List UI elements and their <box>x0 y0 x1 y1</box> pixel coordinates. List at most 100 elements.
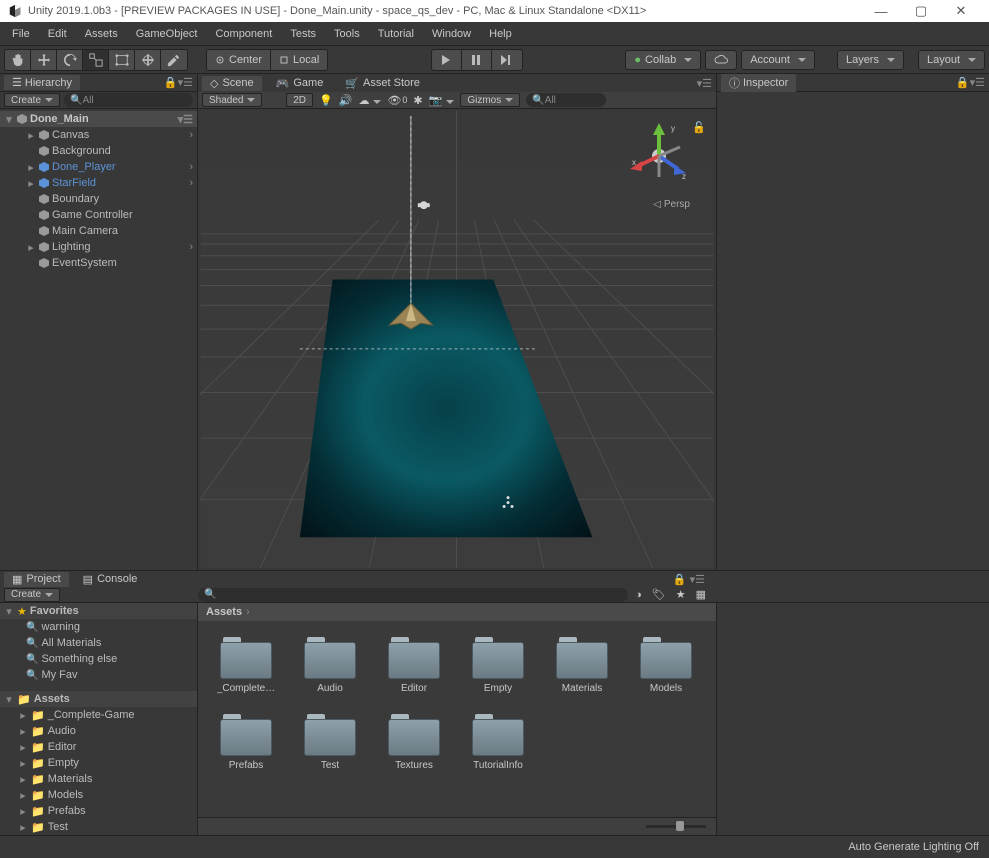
close-button[interactable]: ✕ <box>941 3 981 19</box>
layers-dropdown[interactable]: Layers <box>837 50 904 70</box>
account-dropdown[interactable]: Account <box>741 50 815 70</box>
pivot-center[interactable]: Center <box>207 50 271 70</box>
folder-item[interactable]: Audio <box>298 637 362 694</box>
disclose-icon[interactable]: ▸ <box>18 821 28 834</box>
menu-help[interactable]: Help <box>481 26 520 42</box>
custom-tool[interactable] <box>161 50 187 70</box>
pivot-local[interactable]: Local <box>271 50 327 70</box>
tab-asset-store[interactable]: 🛒Asset Store <box>337 76 428 91</box>
menu-assets[interactable]: Assets <box>77 26 126 42</box>
hierarchy-item[interactable]: Boundary <box>0 191 197 207</box>
hierarchy-tab[interactable]: ☰ Hierarchy <box>4 75 80 90</box>
hierarchy-item[interactable]: Background <box>0 143 197 159</box>
menu-edit[interactable]: Edit <box>40 26 75 42</box>
inspector-menu-icon[interactable]: ▾☰ <box>970 76 985 89</box>
tab-game[interactable]: 🎮Game <box>268 76 332 91</box>
hierarchy-item[interactable]: ▸Done_Player› <box>0 159 197 175</box>
hierarchy-item[interactable]: ▸StarField› <box>0 175 197 191</box>
hierarchy-item[interactable]: ▸Canvas› <box>0 127 197 143</box>
bottom-lock-icon[interactable]: 🔒 ▾☰ <box>673 573 985 586</box>
open-prefab-icon[interactable]: › <box>189 129 197 141</box>
folder-item[interactable]: Materials <box>550 637 614 694</box>
rotate-tool[interactable] <box>57 50 83 70</box>
folder-item[interactable]: Prefabs <box>214 714 278 771</box>
inspector-tab[interactable]: ⓘ Inspector <box>721 74 796 92</box>
maximize-button[interactable]: ▢ <box>901 3 941 19</box>
disclose-icon[interactable]: ▾ <box>4 113 14 126</box>
asset-tree-item[interactable]: ▸📁Materials <box>0 771 197 787</box>
visibility-toggle[interactable]: 👁0 <box>387 94 407 107</box>
panel-menu-icon[interactable]: ▾☰ <box>178 76 193 89</box>
project-create-button[interactable]: Create <box>4 588 60 602</box>
asset-tree-item[interactable]: ▸📁Editor <box>0 739 197 755</box>
transform-tool[interactable] <box>135 50 161 70</box>
asset-tree-item[interactable]: ▸📁_Complete-Game <box>0 707 197 723</box>
folder-item[interactable]: TutorialInfo <box>466 714 530 771</box>
disclose-icon[interactable]: ▸ <box>26 129 36 142</box>
projection-label[interactable]: ◁Persp <box>653 199 690 210</box>
icon-size-slider[interactable] <box>646 825 706 828</box>
fx-toggle[interactable]: ☁ <box>358 94 381 107</box>
folder-item[interactable]: _Complete… <box>214 637 278 694</box>
mode-2d-toggle[interactable]: 2D <box>286 93 313 107</box>
folder-item[interactable]: Textures <box>382 714 446 771</box>
open-prefab-icon[interactable]: › <box>189 241 197 253</box>
menu-window[interactable]: Window <box>424 26 479 42</box>
asset-tree-item[interactable]: ▸📁Empty <box>0 755 197 771</box>
disclose-icon[interactable]: ▸ <box>18 773 28 786</box>
rect-tool[interactable] <box>109 50 135 70</box>
menu-tutorial[interactable]: Tutorial <box>370 26 422 42</box>
scene-panel-menu-icon[interactable]: ▾☰ <box>697 77 712 90</box>
draw-mode-dropdown[interactable]: Shaded <box>202 93 262 107</box>
slider-thumb[interactable] <box>676 821 684 831</box>
disclose-icon[interactable]: ▸ <box>26 177 36 190</box>
lighting-toggle[interactable]: 💡 <box>319 94 333 107</box>
folder-item[interactable]: Empty <box>466 637 530 694</box>
hand-tool[interactable] <box>5 50 31 70</box>
menu-gameobject[interactable]: GameObject <box>128 26 206 42</box>
hierarchy-create-button[interactable]: Create <box>4 93 60 107</box>
minimize-button[interactable]: — <box>861 4 901 19</box>
panel-lock-icon[interactable]: 🔒 <box>164 76 178 89</box>
project-tree-panel[interactable]: ▾★Favorites 🔍warning🔍All Materials🔍Somet… <box>0 603 198 835</box>
disclose-icon[interactable]: ▸ <box>18 757 28 770</box>
disclose-icon[interactable]: ▸ <box>18 789 28 802</box>
menu-tools[interactable]: Tools <box>326 26 368 42</box>
assets-header[interactable]: ▾📁Assets <box>0 691 197 707</box>
menu-tests[interactable]: Tests <box>282 26 324 42</box>
folder-item[interactable]: Editor <box>382 637 446 694</box>
favorites-header[interactable]: ▾★Favorites <box>0 603 197 619</box>
layout-dropdown[interactable]: Layout <box>918 50 985 70</box>
folder-item[interactable]: Models <box>634 637 698 694</box>
cloud-button[interactable] <box>705 50 737 70</box>
play-button[interactable] <box>432 50 462 70</box>
disclose-icon[interactable]: ▸ <box>26 161 36 174</box>
orientation-gizmo[interactable]: y x z <box>624 121 694 191</box>
pause-button[interactable] <box>462 50 492 70</box>
scale-tool[interactable] <box>83 50 109 70</box>
move-tool[interactable] <box>31 50 57 70</box>
favorite-item[interactable]: 🔍warning <box>0 619 197 635</box>
favorite-item[interactable]: 🔍Something else <box>0 651 197 667</box>
label-filter-button[interactable]: 🏷 <box>649 588 669 601</box>
project-search[interactable]: 🔍 <box>198 588 628 602</box>
gizmos-dropdown[interactable]: Gizmos <box>460 93 520 107</box>
disclose-icon[interactable]: ▸ <box>18 741 28 754</box>
asset-tree-item[interactable]: ▸📁Models <box>0 787 197 803</box>
scene-row[interactable]: ▾ Done_Main ▾☰ <box>0 111 197 127</box>
menu-component[interactable]: Component <box>207 26 280 42</box>
disclose-icon[interactable]: ▸ <box>26 241 36 254</box>
collab-dropdown[interactable]: ●Collab <box>625 50 701 70</box>
hierarchy-item[interactable]: Main Camera <box>0 223 197 239</box>
favorite-item[interactable]: 🔍All Materials <box>0 635 197 651</box>
hierarchy-item[interactable]: ▸Lighting› <box>0 239 197 255</box>
scene-menu-icon[interactable]: ▾☰ <box>178 113 197 126</box>
favorite-filter-button[interactable]: ★ <box>673 588 689 601</box>
menu-file[interactable]: File <box>4 26 38 42</box>
open-prefab-icon[interactable]: › <box>189 177 197 189</box>
tab-console[interactable]: ▤Console <box>75 572 146 587</box>
viewport-lock-icon[interactable]: 🔓 <box>692 121 706 134</box>
favorite-item[interactable]: 🔍My Fav <box>0 667 197 683</box>
hidden-toggle[interactable]: ▦ <box>693 588 709 601</box>
project-breadcrumb[interactable]: Assets › <box>198 603 716 621</box>
